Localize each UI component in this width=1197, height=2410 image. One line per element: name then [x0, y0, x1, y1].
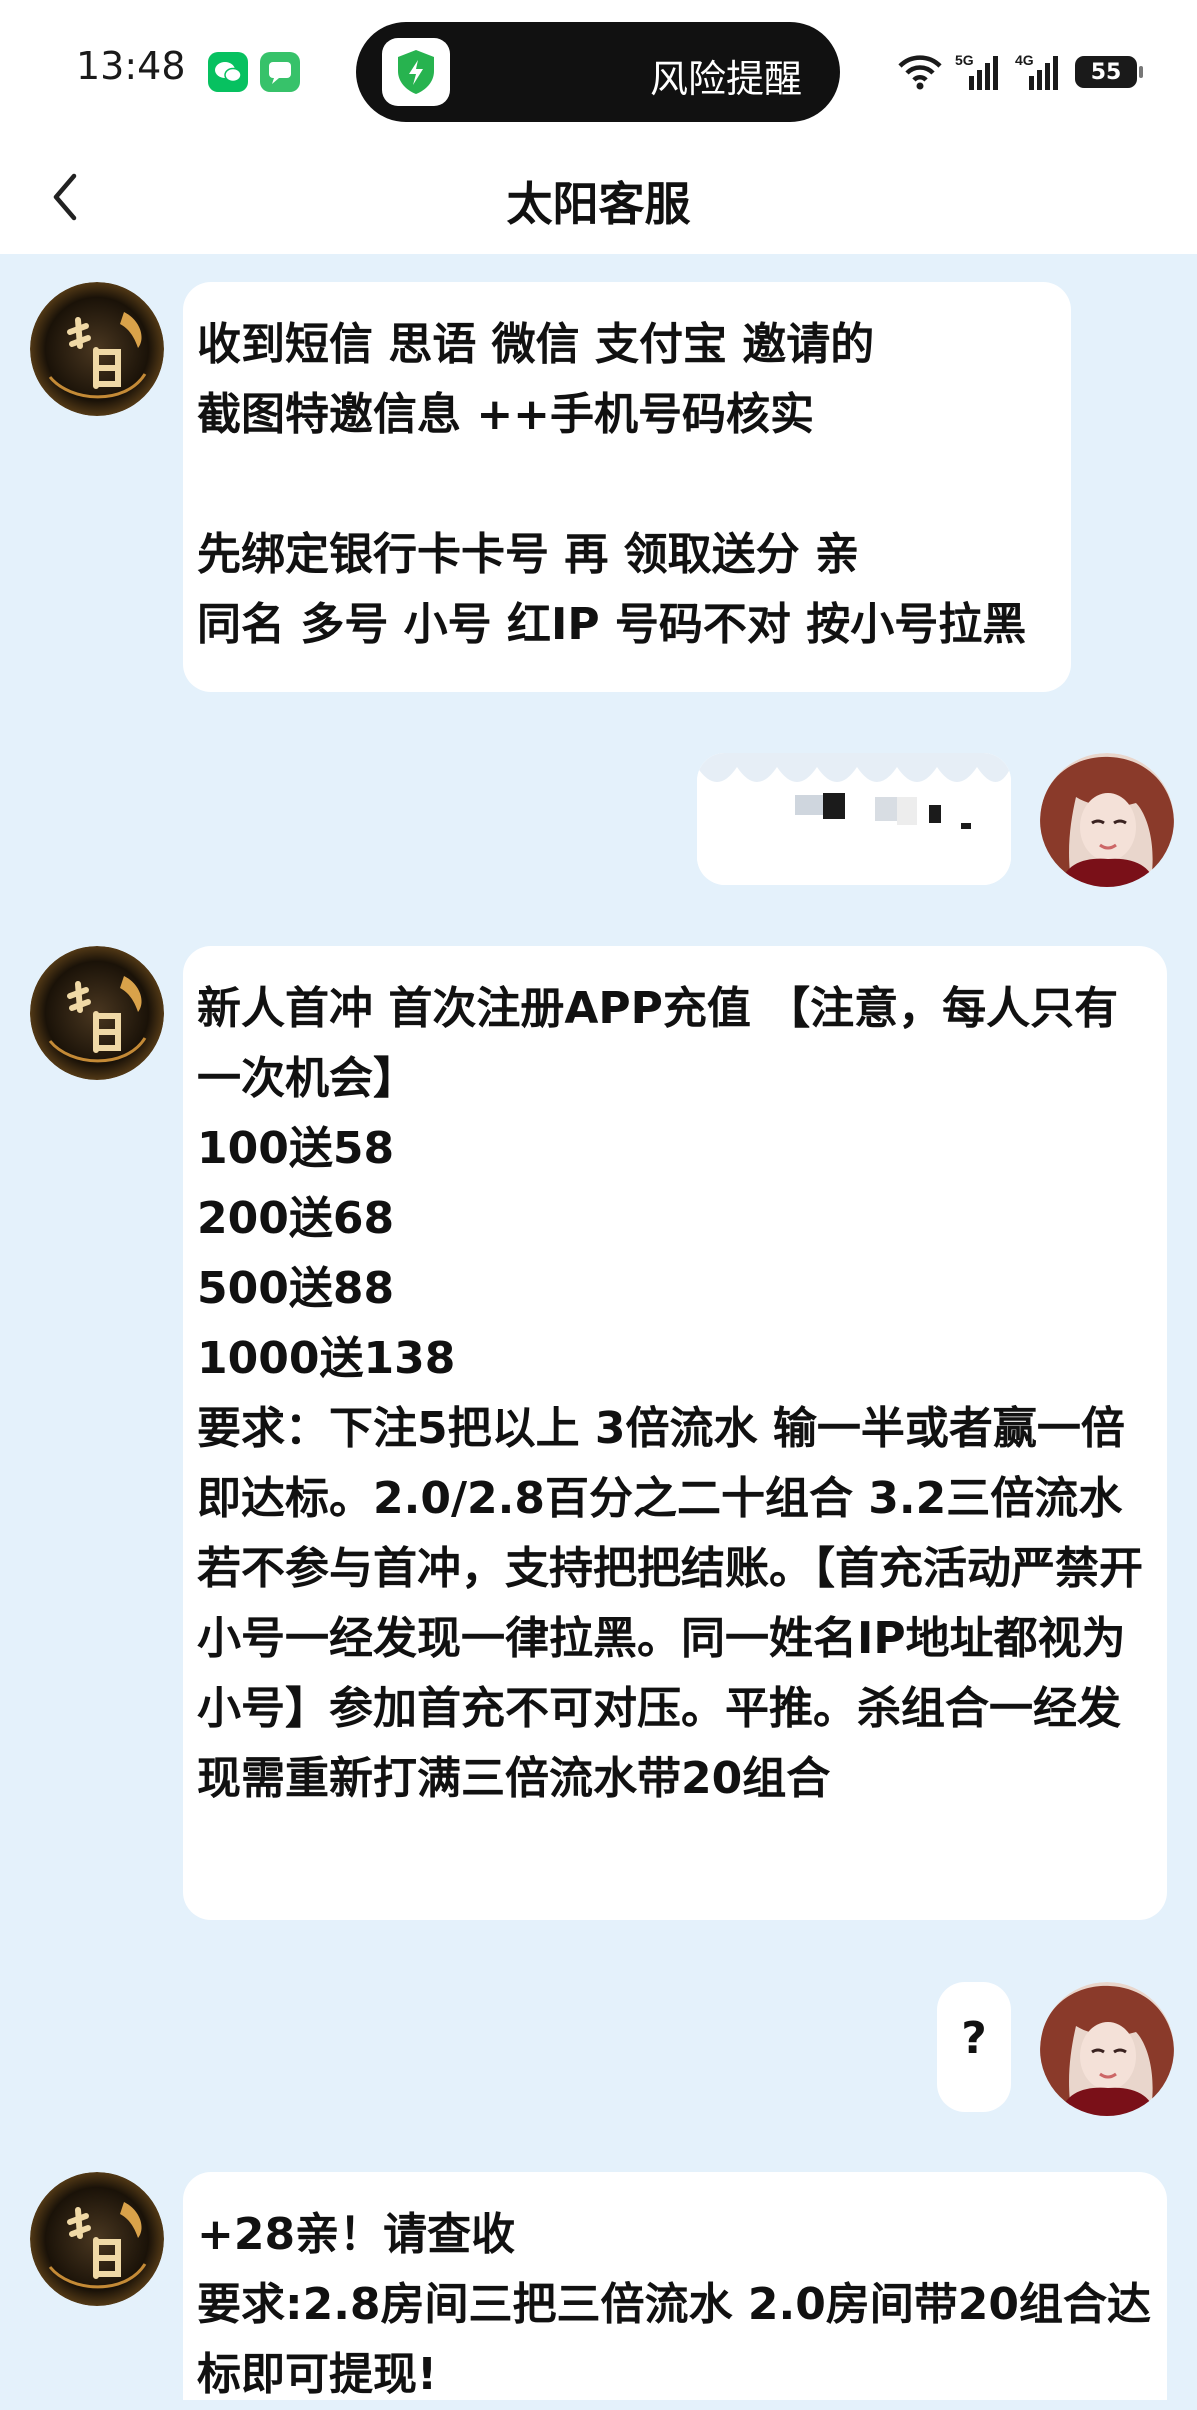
- wifi-icon: [898, 55, 942, 90]
- wechat-notification-icon: [208, 52, 248, 92]
- message-bubble-user[interactable]: ?: [937, 1982, 1011, 2112]
- message-bubble-agent[interactable]: +28亲！请查收 要求:2.8房间三把三倍流水 2.0房间带20组合达标即可提现…: [183, 2172, 1167, 2400]
- svg-text:4G: 4G: [1015, 52, 1034, 68]
- battery-icon: 55: [1075, 56, 1143, 88]
- message-bubble-agent[interactable]: 收到短信 思语 微信 支付宝 邀请的 截图特邀信息 ++手机号码核实 先绑定银行…: [183, 282, 1071, 692]
- risk-alert-text: 风险提醒: [649, 57, 802, 101]
- messages-notification-icon: [260, 52, 300, 92]
- page-title: 太阳客服: [506, 177, 691, 231]
- signal-4g-icon: 4G: [1015, 52, 1058, 90]
- system-icons: 5G 4G 55: [897, 50, 1143, 94]
- agent-avatar[interactable]: [30, 946, 164, 1080]
- status-time: 13:48: [76, 44, 186, 88]
- agent-avatar[interactable]: [30, 2172, 164, 2306]
- user-avatar[interactable]: [1040, 1982, 1174, 2116]
- message-image-user[interactable]: [697, 753, 1011, 885]
- status-bar: 13:48 风险提醒 5G 4G 55: [0, 0, 1197, 140]
- svg-text:5G: 5G: [955, 52, 974, 68]
- risk-alert-pill[interactable]: 风险提醒: [356, 22, 840, 122]
- chat-header: 太阳客服: [0, 140, 1197, 254]
- agent-avatar[interactable]: [30, 282, 164, 416]
- message-bubble-agent[interactable]: 新人首冲 首次注册APP充值 【注意，每人只有一次机会】 100送58 200送…: [183, 946, 1167, 1920]
- user-avatar[interactable]: [1040, 753, 1174, 887]
- shield-icon: [382, 38, 450, 106]
- signal-5g-icon: 5G: [955, 52, 998, 90]
